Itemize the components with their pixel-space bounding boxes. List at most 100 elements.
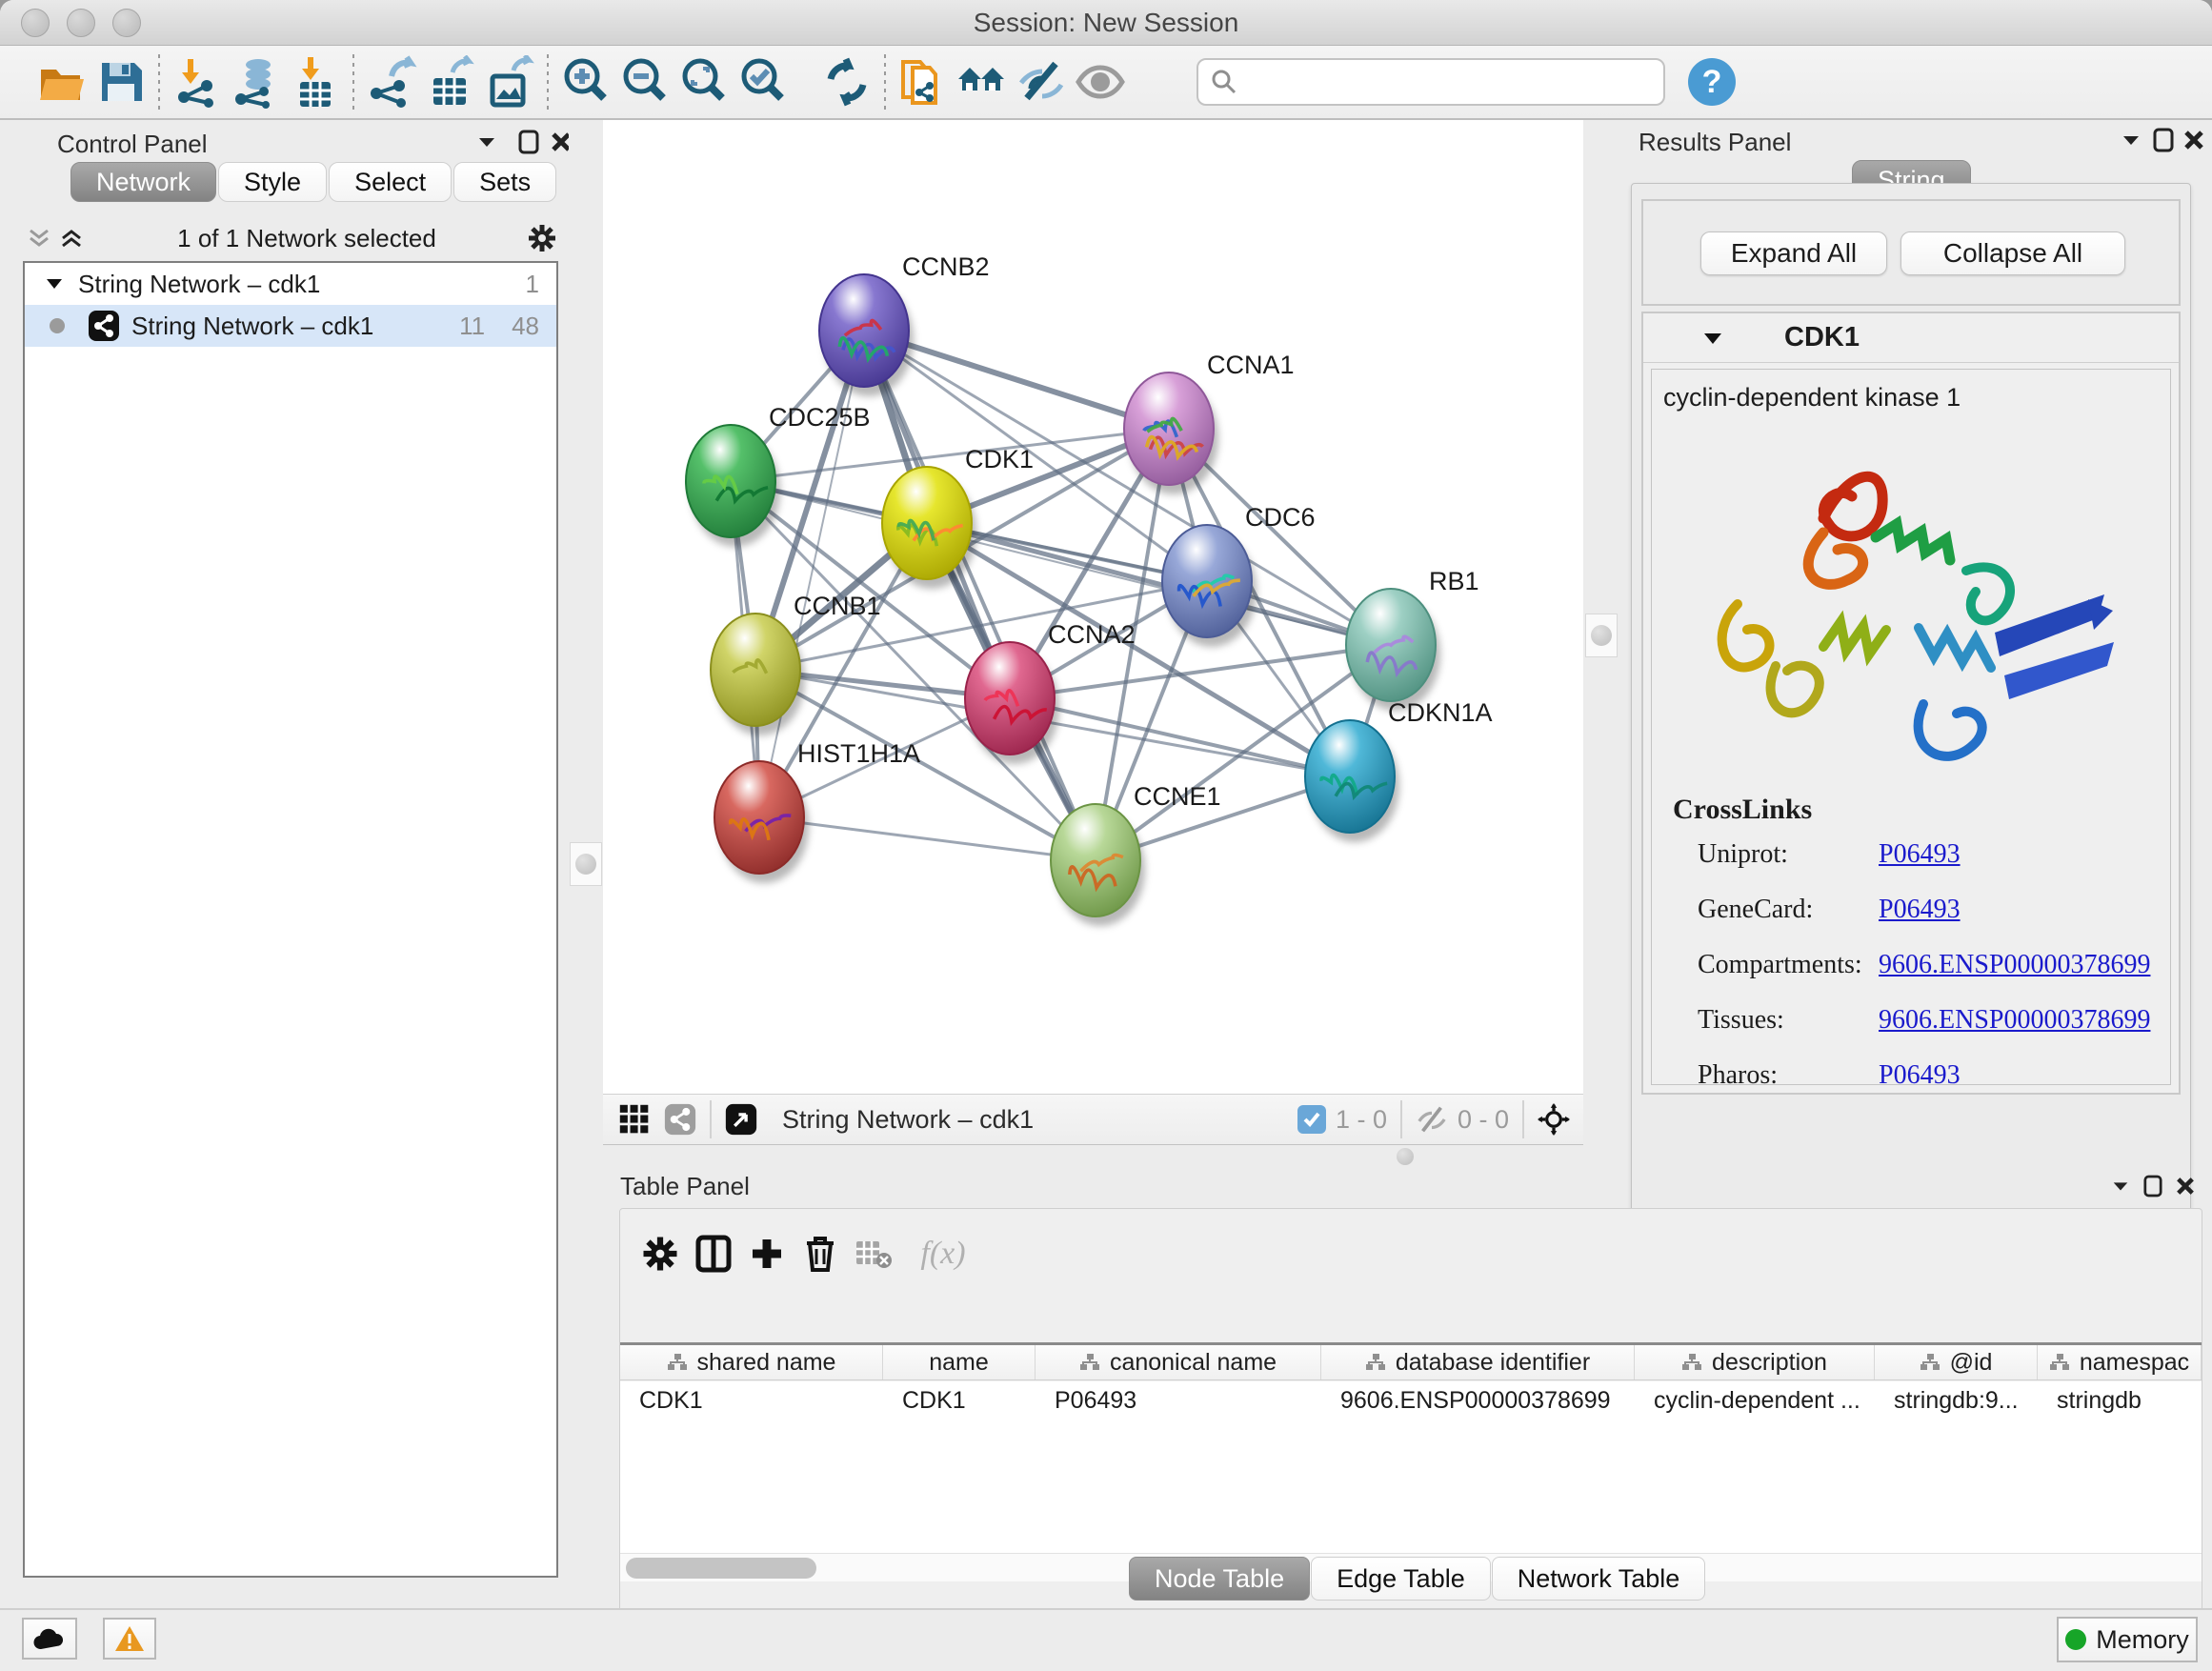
crosslink-link[interactable]: P06493 [1879,895,1961,925]
export-network-button[interactable] [362,52,421,111]
tab-network-table[interactable]: Network Table [1492,1557,1706,1601]
show-graphics-button[interactable] [1071,52,1130,111]
tab-style[interactable]: Style [218,162,327,202]
edge[interactable] [1010,645,1391,698]
network-collection-row[interactable]: String Network – cdk1 1 [25,263,556,305]
string-home-button[interactable] [953,52,1012,111]
function-builder-button[interactable]: f(x) [900,1227,986,1280]
birdseye-grid-icon[interactable] [618,1103,651,1136]
float-panel-icon[interactable] [513,126,545,158]
hide-unhide-button[interactable] [1012,52,1071,111]
column-header-canonical-name[interactable]: canonical name [1036,1345,1321,1379]
zoom-out-button[interactable] [615,52,674,111]
gene-expander-icon[interactable] [1697,322,1729,354]
tab-edge-table[interactable]: Edge Table [1311,1557,1491,1601]
table-cell[interactable]: 9606.ENSP00000378699 [1321,1381,1635,1419]
node-rb1[interactable]: RB1 [1346,567,1479,711]
import-network-file-button[interactable] [168,52,227,111]
scrollbar-thumb[interactable] [626,1558,816,1579]
network-graph[interactable]: CCNB2CCNA1CDC25BCDK1CDC6RB1CCNB1CCNA2CDK… [603,120,1583,1094]
node-ccna2[interactable]: CCNA2 [965,620,1136,764]
table-settings-gear-icon[interactable] [633,1227,687,1280]
zoom-fit-button[interactable] [674,52,734,111]
expand-all-networks-icon[interactable] [55,222,88,254]
share-network-button[interactable] [894,52,953,111]
show-columns-icon[interactable] [687,1227,740,1280]
help-button[interactable]: ? [1682,52,1741,111]
node-cdc25b[interactable]: CDC25B [686,403,871,547]
column-header-database-identifier[interactable]: database identifier [1321,1345,1635,1379]
memory-button[interactable]: Memory [2057,1617,2198,1662]
export-table-button[interactable] [421,52,480,111]
left-splitter-handle[interactable] [570,842,602,886]
node-hist1h1a[interactable]: HIST1H1A [714,739,920,883]
table-cell[interactable]: cyclin-dependent ... [1635,1381,1875,1419]
open-in-window-icon[interactable] [725,1103,757,1136]
right-splitter-handle[interactable] [1585,614,1618,657]
tab-sets[interactable]: Sets [453,162,556,202]
crosslink-link[interactable]: 9606.ENSP00000378699 [1879,950,2150,980]
collapse-all-networks-icon[interactable] [23,222,55,254]
right-splitter[interactable] [1583,120,1619,1094]
warnings-button[interactable] [103,1618,156,1660]
open-session-button[interactable] [32,52,91,111]
hidden-eye-icon[interactable] [1416,1103,1448,1136]
column-header-shared-name[interactable]: shared name [620,1345,883,1379]
global-search-field[interactable] [1196,58,1665,106]
left-splitter[interactable] [569,120,603,1094]
selected-nodes-checkbox[interactable] [1297,1105,1326,1134]
expand-all-button[interactable]: Expand All [1700,232,1887,275]
column-header-namespac[interactable]: namespac [2038,1345,2202,1379]
edge[interactable] [927,523,1391,645]
table-header-row[interactable]: shared namenamecanonical namedatabase id… [620,1342,2202,1380]
node-ccnb1[interactable]: CCNB1 [711,592,881,735]
table-cell[interactable]: stringdb:9... [1875,1381,2038,1419]
table-cell[interactable]: CDK1 [883,1381,1036,1419]
import-network-database-button[interactable] [227,52,286,111]
collapse-panel-icon[interactable] [471,126,503,158]
crosslink-link[interactable]: 9606.ENSP00000378699 [1879,1005,2150,1036]
fit-content-crosshair-icon[interactable] [1538,1103,1570,1136]
edge[interactable] [759,817,1096,860]
save-session-button[interactable] [91,52,151,111]
column-header-name[interactable]: name [883,1345,1036,1379]
import-table-button[interactable] [286,52,345,111]
delete-column-icon[interactable] [794,1227,847,1280]
collapse-panel-icon[interactable] [2104,1170,2137,1202]
close-panel-icon[interactable] [2169,1170,2202,1202]
gene-section-header[interactable]: CDK1 [1643,313,2179,363]
refresh-view-button[interactable] [817,52,876,111]
edge[interactable] [864,331,1096,860]
table-cell[interactable]: stringdb [2038,1381,2202,1419]
tab-node-table[interactable]: Node Table [1129,1557,1310,1601]
column-header-description[interactable]: description [1635,1345,1875,1379]
node-cdc6[interactable]: CDC6 [1162,503,1316,647]
search-input[interactable] [1238,67,1639,98]
network-view-canvas[interactable]: CCNB2CCNA1CDC25BCDK1CDC6RB1CCNB1CCNA2CDK… [603,120,1583,1094]
delete-table-icon[interactable] [847,1227,900,1280]
close-panel-icon[interactable] [2178,124,2210,156]
node-cdkn1a[interactable]: CDKN1A [1305,698,1493,842]
collapse-panel-icon[interactable] [2115,124,2147,156]
float-panel-icon[interactable] [2147,124,2180,156]
float-panel-icon[interactable] [2137,1170,2169,1202]
crosslink-link[interactable]: P06493 [1879,839,1961,870]
node-ccnb2[interactable]: CCNB2 [819,252,990,396]
node-ccne1[interactable]: CCNE1 [1051,782,1221,926]
cloud-status-button[interactable] [22,1618,77,1660]
collapse-all-button[interactable]: Collapse All [1900,232,2125,275]
table-cell[interactable]: P06493 [1036,1381,1321,1419]
network-share-icon[interactable] [664,1103,696,1136]
table-cell[interactable]: CDK1 [620,1381,883,1419]
node-ccna1[interactable]: CCNA1 [1124,351,1295,494]
crosslink-link[interactable]: P06493 [1879,1060,1961,1085]
column-header--id[interactable]: @id [1875,1345,2038,1379]
tab-network[interactable]: Network [70,162,216,202]
export-image-button[interactable] [480,52,539,111]
zoom-selected-button[interactable] [734,52,793,111]
table-row[interactable]: CDK1CDK1P064939606.ENSP00000378699cyclin… [620,1381,2202,1419]
collection-expander-icon[interactable] [38,268,70,300]
network-options-gear-icon[interactable] [526,222,558,254]
add-column-icon[interactable] [740,1227,794,1280]
network-row-selected[interactable]: String Network – cdk1 11 48 [25,305,556,347]
